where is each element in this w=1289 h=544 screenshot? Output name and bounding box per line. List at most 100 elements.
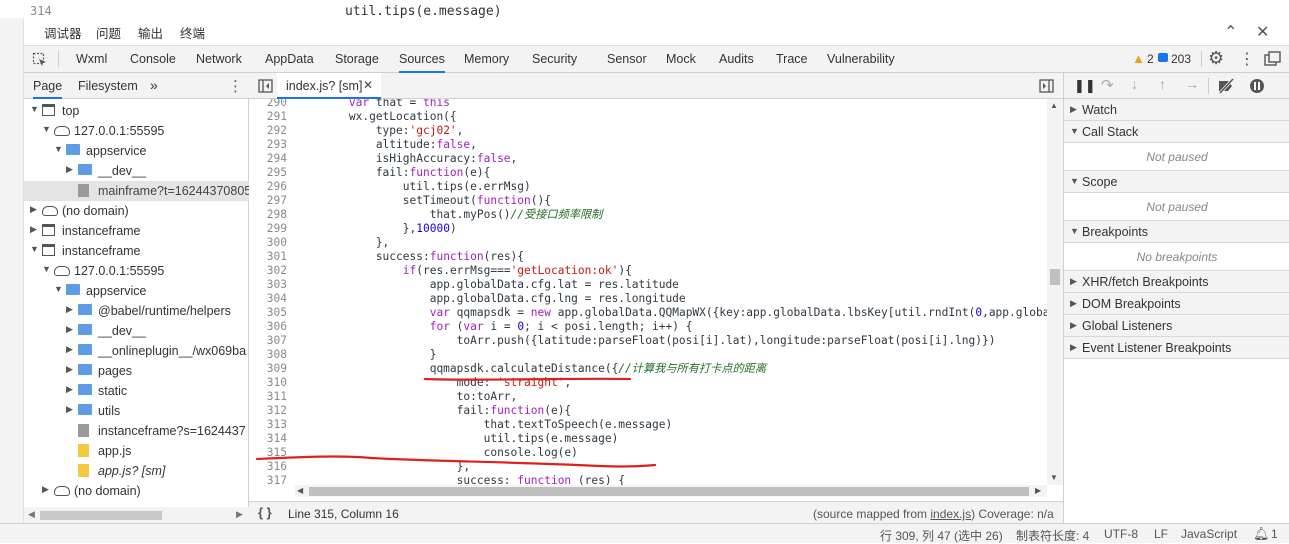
bell-icon[interactable]: 🔔︎ <box>1253 526 1270 542</box>
scroll-right-icon[interactable]: ▶ <box>1035 486 1041 495</box>
scroll-down-icon[interactable]: ▼ <box>1050 473 1058 482</box>
line-number[interactable]: 312 <box>249 404 287 418</box>
editor-vertical-scrollbar[interactable]: ▲ ▼ <box>1047 99 1063 485</box>
line-number[interactable]: 304 <box>249 292 287 306</box>
toggle-debugger-icon[interactable] <box>1039 79 1054 93</box>
encoding-status[interactable]: UTF-8 <box>1104 527 1138 541</box>
code-line[interactable]: 304 app.globalData.cfg.lng = res.longitu… <box>249 292 1047 306</box>
line-number[interactable]: 294 <box>249 152 287 166</box>
editor-horizontal-scrollbar[interactable]: ◀ ▶ <box>295 485 1047 497</box>
code-line[interactable]: 311 to:toArr, <box>249 390 1047 404</box>
tree-item[interactable]: ▼ top <box>24 101 249 121</box>
code-line[interactable]: 312 fail:function(e){ <box>249 404 1047 418</box>
tree-item[interactable]: ▶ __onlineplugin__/wx069ba <box>24 341 249 361</box>
tree-item[interactable]: ▶ instanceframe <box>24 221 249 241</box>
warning-icon[interactable]: ▲ <box>1132 51 1145 66</box>
tab-sensor[interactable]: Sensor <box>607 52 647 66</box>
language-status[interactable]: JavaScript <box>1181 527 1237 541</box>
line-number[interactable]: 315 <box>249 446 287 460</box>
line-number[interactable]: 316 <box>249 460 287 474</box>
code-line[interactable]: 293 altitude:false, <box>249 138 1047 152</box>
tab-terminal[interactable]: 终端 <box>180 23 205 42</box>
section-header[interactable]: ▶ DOM Breakpoints <box>1064 293 1289 315</box>
pretty-print-icon[interactable]: { } <box>258 505 272 520</box>
line-number[interactable]: 292 <box>249 124 287 138</box>
line-number[interactable]: 308 <box>249 348 287 362</box>
more-vertical-icon[interactable]: ⋮ <box>228 77 243 95</box>
tab-filesystem[interactable]: Filesystem <box>78 79 138 93</box>
scroll-up-icon[interactable]: ▲ <box>1050 101 1058 110</box>
more-vertical-icon[interactable]: ⋮ <box>1239 49 1255 69</box>
section-header[interactable]: ▶ Event Listener Breakpoints <box>1064 337 1289 359</box>
tree-item[interactable]: ▼ 127.0.0.1:55595 <box>24 121 249 141</box>
expand-right-icon[interactable]: ▶ <box>30 204 37 215</box>
more-tabs-icon[interactable]: » <box>150 77 158 93</box>
tree-item[interactable]: ▶ static <box>24 381 249 401</box>
code-line[interactable]: 295 fail:function(e){ <box>249 166 1047 180</box>
toggle-navigator-icon[interactable] <box>258 79 273 93</box>
code-line[interactable]: 317 success: function (res) { <box>249 474 1047 485</box>
line-number[interactable]: 295 <box>249 166 287 180</box>
tree-item[interactable]: ▼ appservice <box>24 141 249 161</box>
tree-item[interactable]: ▶ (no domain) <box>24 481 249 501</box>
line-number[interactable]: 301 <box>249 250 287 264</box>
tab-sources[interactable]: Sources <box>399 52 445 73</box>
expand-right-icon[interactable]: ▶ <box>66 404 73 415</box>
line-number[interactable]: 293 <box>249 138 287 152</box>
scrollbar-thumb[interactable] <box>309 487 1029 496</box>
expand-right-icon[interactable]: ▶ <box>66 164 73 175</box>
tab-vulnerability[interactable]: Vulnerability <box>827 52 895 66</box>
line-number[interactable]: 305 <box>249 306 287 320</box>
code-line[interactable]: 299 },10000) <box>249 222 1047 236</box>
tree-item[interactable]: ▼ appservice <box>24 281 249 301</box>
line-number[interactable]: 291 <box>249 110 287 124</box>
line-number[interactable]: 290 <box>249 99 287 110</box>
scroll-left-icon[interactable]: ◀ <box>28 509 35 520</box>
tab-memory[interactable]: Memory <box>464 52 509 66</box>
tree-item[interactable]: instanceframe?s=1624437 <box>24 421 249 441</box>
close-icon[interactable]: ✕ <box>1256 22 1269 42</box>
line-number[interactable]: 297 <box>249 194 287 208</box>
tree-item[interactable]: ▶ __dev__ <box>24 321 249 341</box>
tab-appdata[interactable]: AppData <box>265 52 314 66</box>
code-line[interactable]: 313 that.textToSpeech(e.message) <box>249 418 1047 432</box>
code-line[interactable]: 294 isHighAccuracy:false, <box>249 152 1047 166</box>
tree-item[interactable]: app.js <box>24 441 249 461</box>
expand-right-icon[interactable]: ▶ <box>30 224 37 235</box>
tree-item[interactable]: ▶ __dev__ <box>24 161 249 181</box>
code-line[interactable]: 292 type:'gcj02', <box>249 124 1047 138</box>
tab-problems[interactable]: 问题 <box>96 23 121 42</box>
tab-mock[interactable]: Mock <box>666 52 696 66</box>
tab-storage[interactable]: Storage <box>335 52 379 66</box>
step-icon[interactable]: → <box>1185 76 1199 92</box>
line-number[interactable]: 300 <box>249 236 287 250</box>
scroll-right-icon[interactable]: ▶ <box>236 509 243 520</box>
tab-page[interactable]: Page <box>33 79 63 99</box>
tree-item[interactable]: mainframe?t=162443708057 <box>24 181 249 201</box>
tree-item[interactable]: ▶ utils <box>24 401 249 421</box>
line-number[interactable]: 296 <box>249 180 287 194</box>
tree-item[interactable]: ▼ instanceframe <box>24 241 249 261</box>
line-number[interactable]: 313 <box>249 418 287 432</box>
scroll-left-icon[interactable]: ◀ <box>297 486 303 495</box>
tab-security[interactable]: Security <box>532 52 577 66</box>
cursor-status[interactable]: 行 309, 列 47 (选中 26) <box>880 527 1003 544</box>
expand-down-icon[interactable]: ▼ <box>42 124 51 134</box>
line-number[interactable]: 302 <box>249 264 287 278</box>
step-over-icon[interactable]: ↷ <box>1101 76 1114 94</box>
section-header[interactable]: ▶ Watch <box>1064 99 1289 121</box>
tab-wxml[interactable]: Wxml <box>76 52 107 66</box>
expand-right-icon[interactable]: ▶ <box>66 324 73 335</box>
code-line[interactable]: 300 }, <box>249 236 1047 250</box>
scrollbar-thumb[interactable] <box>1050 269 1060 285</box>
code-line[interactable]: 316 }, <box>249 460 1047 474</box>
section-header[interactable]: ▼ Scope <box>1064 171 1289 193</box>
code-line[interactable]: 290 var that = this <box>249 99 1047 110</box>
code-line[interactable]: 305 var qqmapsdk = new app.globalData.QQ… <box>249 306 1047 320</box>
tree-item[interactable]: ▶ (no domain) <box>24 201 249 221</box>
expand-right-icon[interactable]: ▶ <box>66 364 73 375</box>
gear-icon[interactable]: ⚙ <box>1208 48 1224 69</box>
tab-console[interactable]: Console <box>130 52 176 66</box>
line-number[interactable]: 310 <box>249 376 287 390</box>
line-number[interactable]: 309 <box>249 362 287 376</box>
